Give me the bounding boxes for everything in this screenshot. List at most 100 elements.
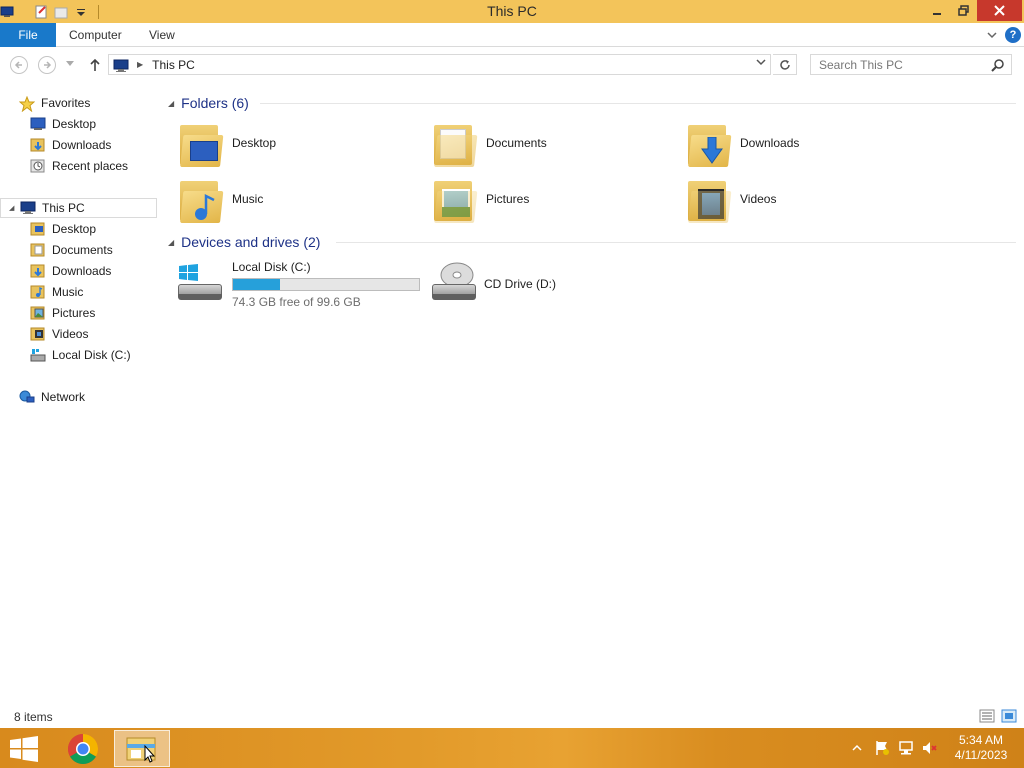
folder-label: Pictures [486,192,530,206]
expand-ribbon-button[interactable] [985,28,999,42]
this-pc-icon [113,59,129,72]
videos-folder-icon [30,327,46,341]
folder-tile-documents[interactable]: Documents [432,115,682,171]
folder-tile-pictures[interactable]: Pictures [432,171,682,227]
taskbar-clock[interactable]: 5:34 AM 4/11/2023 [946,733,1016,763]
nav-this-pc[interactable]: ◢ This PC [0,198,157,218]
minimize-button[interactable] [926,0,948,21]
tab-file[interactable]: File [0,23,56,47]
nav-pc-pictures[interactable]: Pictures [0,303,157,323]
arrow-up-icon [90,58,100,71]
music-folder-icon [30,285,46,299]
action-center-icon[interactable] [873,736,891,760]
recent-locations-button[interactable] [66,60,74,69]
nav-favorites-label: Favorites [41,96,91,110]
file-explorer-taskbar-button[interactable] [114,730,170,767]
address-bar[interactable]: ▶ This PC [108,54,771,75]
item-count: 8 items [14,710,53,724]
documents-folder-icon [30,243,46,257]
recent-places-icon [30,159,46,173]
drive-name: CD Drive (D:) [484,277,556,291]
arrow-right-icon [44,61,52,69]
nav-favorites-desktop[interactable]: Desktop [0,114,157,134]
devices-group-label: Devices and drives (2) [181,234,321,250]
network-icon [19,390,35,404]
chrome-taskbar-button[interactable] [55,730,111,767]
cd-drive-icon [430,260,480,308]
drive-tile-local-disk[interactable]: Local Disk (C:) 74.3 GB free of 99.6 GB [176,258,426,310]
folder-label: Desktop [232,136,277,150]
details-view-button[interactable] [979,709,995,723]
address-dropdown-button[interactable] [756,57,766,70]
tab-view[interactable]: View [149,23,175,47]
folder-tile-music[interactable]: Music [178,171,428,227]
minimize-icon [933,12,941,15]
videos-folder-icon [686,175,732,223]
documents-folder-icon [432,119,478,167]
chevron-down-icon [756,59,766,66]
drive-usage-fill [233,278,281,290]
content-pane: ◢ Folders (6) Desktop Documents Download… [160,82,1024,702]
nav-pc-downloads[interactable]: Downloads [0,261,157,281]
windows-logo-icon [10,736,38,762]
breadcrumb-chevron-icon[interactable]: ▶ [137,60,143,69]
chevron-up-icon [852,744,862,751]
search-placeholder: Search This PC [819,57,903,72]
close-button[interactable] [977,0,1022,21]
nav-label: Desktop [52,117,97,131]
devices-group-header[interactable]: ◢ Devices and drives (2) [168,231,320,253]
window-title: This PC [487,3,537,19]
collapse-triangle-icon: ◢ [168,237,175,247]
navigation-bar: ▶ This PC Search This PC [0,48,1024,82]
refresh-button[interactable] [773,54,797,75]
drive-free-space: 74.3 GB free of 99.6 GB [232,294,361,309]
folder-tile-desktop[interactable]: Desktop [178,115,428,171]
search-input[interactable]: Search This PC [810,54,1012,75]
nav-pc-videos[interactable]: Videos [0,324,157,344]
nav-pc-local-disk[interactable]: Local Disk (C:) [0,345,157,365]
nav-label: Downloads [52,264,112,278]
nav-label: Pictures [52,306,96,320]
file-explorer-icon [126,737,156,763]
star-icon [18,95,36,113]
volume-muted-icon[interactable] [920,736,938,760]
restore-button[interactable] [952,0,974,21]
nav-pc-documents[interactable]: Documents [0,240,157,260]
restore-icon [957,5,969,16]
drive-tile-cd-drive[interactable]: CD Drive (D:) [430,258,680,310]
drive-usage-bar [232,277,420,291]
nav-label: Videos [52,327,89,341]
chevron-down-icon [66,61,74,66]
network-tray-icon[interactable] [897,736,915,760]
show-hidden-icons-button[interactable] [850,736,864,760]
this-pc-icon [20,201,36,215]
nav-favorites[interactable]: Favorites [0,93,157,113]
folder-tile-downloads[interactable]: Downloads [686,115,936,171]
folder-label: Music [232,192,264,206]
large-icons-view-button[interactable] [1001,709,1017,723]
folders-group-header[interactable]: ◢ Folders (6) [168,92,249,114]
nav-label: Recent places [52,159,129,173]
clock-time: 5:34 AM [958,733,1004,747]
help-button[interactable]: ? [1005,27,1021,43]
nav-favorites-downloads[interactable]: Downloads [0,135,157,155]
nav-network[interactable]: Network [0,387,157,407]
taskbar: 5:34 AM 4/11/2023 [0,728,1024,768]
nav-pc-desktop[interactable]: Desktop [0,219,157,239]
folder-tile-videos[interactable]: Videos [686,171,936,227]
breadcrumb[interactable]: This PC [152,58,195,72]
collapse-arrow-icon[interactable]: ◢ [9,204,14,212]
folder-label: Videos [740,192,777,206]
back-button[interactable] [10,56,28,74]
start-button[interactable] [9,736,39,762]
group-divider [260,103,1016,104]
desktop-icon [30,117,46,131]
up-button[interactable] [88,56,102,74]
forward-button[interactable] [38,56,56,74]
tab-computer[interactable]: Computer [69,23,122,47]
nav-label: Local Disk (C:) [52,348,131,362]
nav-pc-music[interactable]: Music [0,282,157,302]
nav-favorites-recent-places[interactable]: Recent places [0,156,157,176]
search-icon[interactable] [991,58,1005,72]
downloads-folder-icon [686,119,732,167]
